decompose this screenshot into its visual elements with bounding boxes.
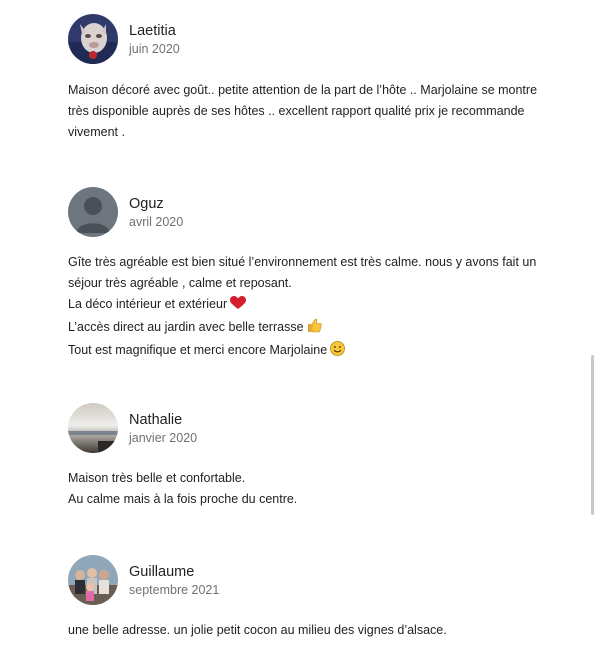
review-header: Nathalie janvier 2020 [68, 403, 568, 453]
review-line: Gîte très agréable est bien situé l’envi… [68, 255, 537, 269]
review-date: juin 2020 [129, 41, 180, 56]
review-line: Au calme mais à la fois proche du centre… [68, 492, 298, 506]
review-header: Laetitia juin 2020 [68, 14, 568, 64]
avatar[interactable] [68, 555, 118, 605]
review-line: séjour très agréable , calme et reposant… [68, 276, 292, 290]
review-date: avril 2020 [129, 214, 184, 229]
review-text: une belle adresse. un jolie petit cocon … [68, 620, 568, 641]
avatar[interactable] [68, 187, 118, 237]
review-line: très disponible auprès de ses hôtes .. e… [68, 104, 525, 118]
review-guillaume: Guillaume septembre 2021 une belle adres… [68, 555, 568, 641]
review-line: vivement . [68, 125, 125, 139]
reviewer-name: Laetitia [129, 22, 176, 39]
avatar[interactable] [68, 403, 118, 453]
reviewer-name: Guillaume [129, 563, 195, 580]
thumbs-up-icon [307, 318, 322, 340]
review-line-text: L’accès direct au jardin avec belle terr… [68, 320, 304, 334]
review-line: Maison décoré avec goût.. petite attenti… [68, 83, 538, 97]
review-header: Guillaume septembre 2021 [68, 555, 568, 605]
review-text: Maison très belle et confortable. Au cal… [68, 468, 568, 510]
review-text: Maison décoré avec goût.. petite attenti… [68, 80, 568, 143]
review-line-with-emoji: L’accès direct au jardin avec belle terr… [68, 317, 568, 340]
review-line-text: La déco intérieur et extérieur [68, 297, 228, 311]
review-line-with-emoji: La déco intérieur et extérieur [68, 294, 568, 317]
reviewer-name: Oguz [129, 195, 164, 212]
review-line: Maison très belle et confortable. [68, 471, 246, 485]
review-line: une belle adresse. un jolie petit cocon … [68, 623, 447, 637]
smiling-face-icon [330, 341, 346, 363]
review-line-with-emoji: Tout est magnifique et merci encore Marj… [68, 340, 568, 363]
review-oguz: Oguz avril 2020 Gîte très agréable est b… [68, 187, 568, 363]
reviewer-name: Nathalie [129, 411, 183, 428]
review-nathalie: Nathalie janvier 2020 Maison très belle … [68, 403, 568, 510]
review-date: janvier 2020 [129, 430, 198, 445]
review-laetitia: Laetitia juin 2020 Maison décoré avec go… [68, 14, 568, 143]
avatar[interactable] [68, 14, 118, 64]
review-header: Oguz avril 2020 [68, 187, 568, 237]
heart-icon [230, 296, 247, 317]
review-text: Gîte très agréable est bien situé l’envi… [68, 252, 568, 363]
review-date: septembre 2021 [129, 582, 220, 597]
review-line-text: Tout est magnifique et merci encore Marj… [68, 343, 328, 357]
